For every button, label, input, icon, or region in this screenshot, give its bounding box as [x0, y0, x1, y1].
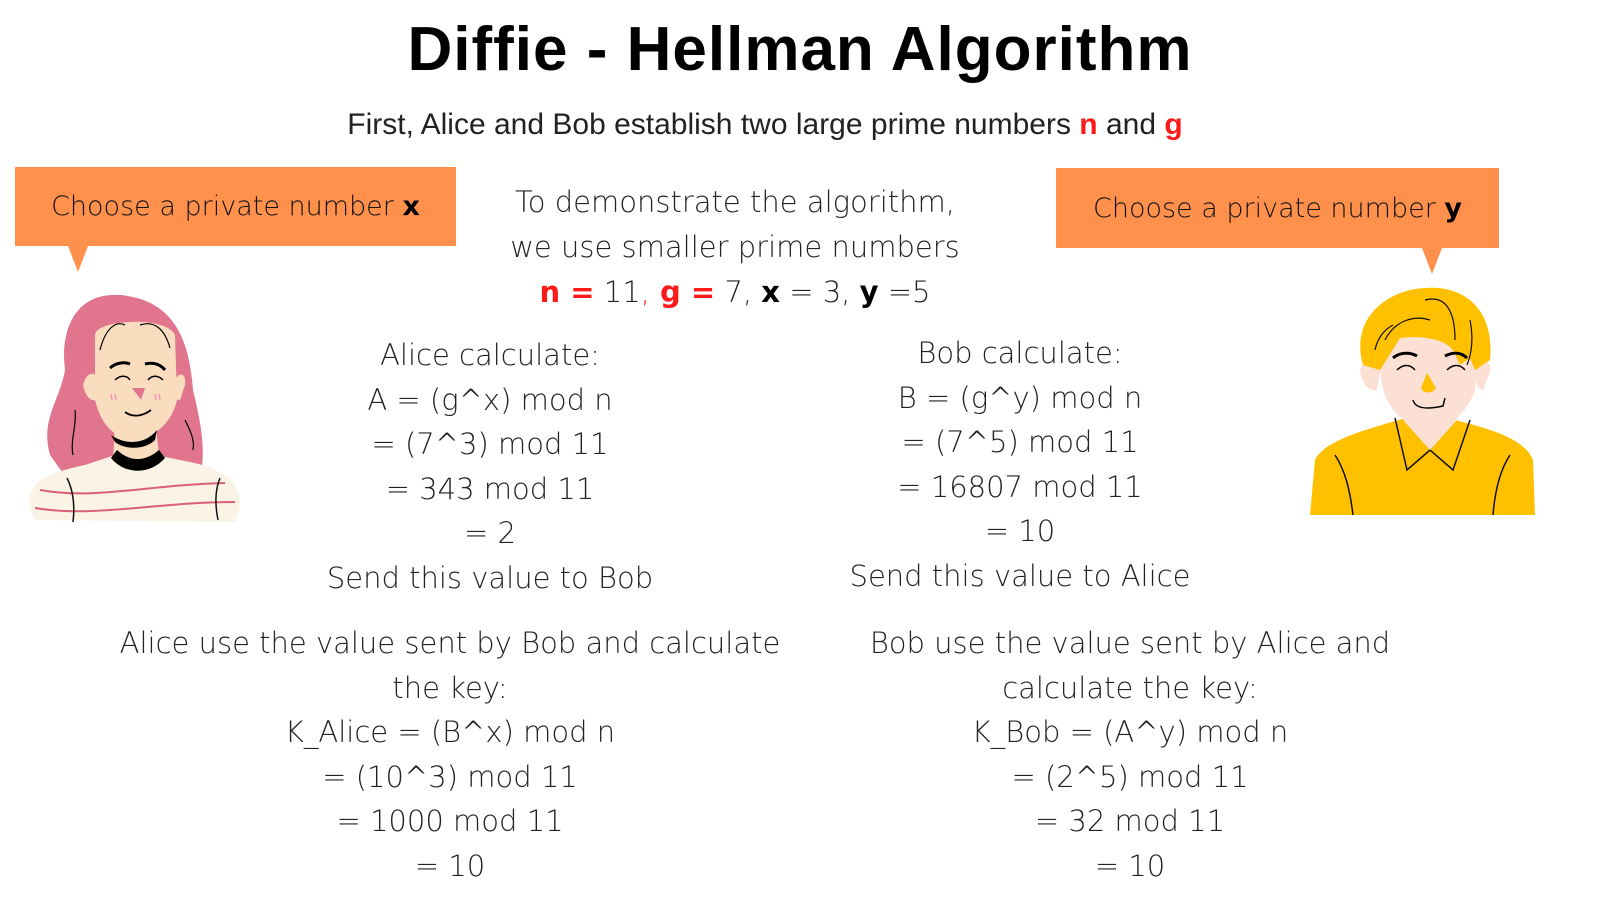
alice-key-line: = 10	[414, 848, 486, 883]
bob-calc-line: B = (g^y) mod n	[897, 380, 1143, 415]
bob-speech-bubble: Choose a private number y	[1056, 168, 1499, 248]
bob-key-line: Bob use the value sent by Alice and	[869, 626, 1391, 660]
demo-note: To demonstrate the algorithm, we use sma…	[490, 180, 980, 315]
bob-avatar-icon	[1310, 287, 1535, 516]
bob-calc-line: = 10	[984, 514, 1056, 548]
alice-calculation: Alice calculate: A = (g^x) mod n = (7^3)…	[290, 333, 690, 600]
bob-key-line: = (2^5) mod 11	[1011, 759, 1249, 794]
bob-key-line: calculate the key:	[1002, 670, 1258, 705]
alice-calc-line: Send this value to Bob	[326, 560, 654, 595]
bob-calculation: Bob calculate: B = (g^y) mod n = (7^5) m…	[810, 331, 1230, 598]
alice-bubble-text: Choose a private number	[51, 191, 403, 222]
alice-calc-line: = 2	[464, 516, 516, 550]
variable-n: n	[1079, 108, 1098, 141]
subtitle-and: and	[1097, 108, 1165, 141]
alice-key-line: = 1000 mod 11	[336, 804, 564, 838]
demo-y-value: =5	[878, 275, 931, 309]
alice-bubble-var: x	[402, 191, 420, 222]
alice-avatar-icon	[29, 294, 240, 523]
demo-line-2: we use smaller prime numbers	[510, 230, 960, 264]
page-title: Diffie - Hellman Algorithm	[407, 15, 1193, 84]
alice-speech-bubble: Choose a private number x	[15, 167, 456, 246]
demo-n-label: n =	[539, 275, 595, 309]
demo-line-1: To demonstrate the algorithm,	[515, 185, 955, 219]
demo-y-label: y	[859, 275, 879, 309]
subtitle-text: First, Alice and Bob establish two large…	[347, 108, 1080, 141]
demo-x-label: x	[761, 275, 780, 309]
alice-key-line: the key:	[392, 670, 508, 705]
bob-bubble-tail	[1422, 248, 1442, 274]
demo-g-label: g =	[649, 275, 716, 309]
alice-calc-line: A = (g^x) mod n	[367, 382, 613, 417]
bob-key-line: = 32 mod 11	[1034, 804, 1226, 838]
bob-bubble-var: y	[1444, 192, 1462, 224]
bob-calc-line: = 16807 mod 11	[897, 469, 1143, 504]
demo-sep: ,	[640, 275, 650, 309]
demo-x-value: = 3,	[779, 275, 860, 309]
alice-calc-line: = (7^3) mod 11	[371, 427, 609, 461]
alice-calc-line: = 343 mod 11	[385, 471, 595, 506]
demo-values: n = 11, g = 7, x = 3, y =5	[490, 270, 980, 315]
alice-key-line: Alice use the value sent by Bob and calc…	[119, 626, 781, 660]
alice-key-line: K_Alice = (B^x) mod n	[284, 715, 616, 749]
bob-calc-line: Send this value to Alice	[849, 558, 1191, 593]
bob-calc-line: = (7^5) mod 11	[901, 425, 1139, 459]
bob-key-line: K_Bob = (A^y) mod n	[971, 715, 1289, 749]
bob-key-calculation: Bob use the value sent by Alice and calc…	[860, 621, 1400, 888]
alice-calc-line: Alice calculate:	[380, 338, 600, 372]
bob-key-line: = 10	[1094, 848, 1166, 883]
alice-bubble-tail	[68, 246, 88, 272]
demo-g-value: 7,	[715, 275, 762, 309]
alice-key-calculation: Alice use the value sent by Bob and calc…	[110, 621, 790, 888]
alice-key-line: = (10^3) mod 11	[322, 759, 578, 794]
subtitle: First, Alice and Bob establish two large…	[0, 108, 1530, 142]
bob-calc-line: Bob calculate:	[917, 336, 1123, 370]
bob-bubble-text: Choose a private number	[1092, 192, 1445, 224]
variable-g: g	[1164, 108, 1183, 141]
demo-n-value: 11	[594, 275, 641, 309]
